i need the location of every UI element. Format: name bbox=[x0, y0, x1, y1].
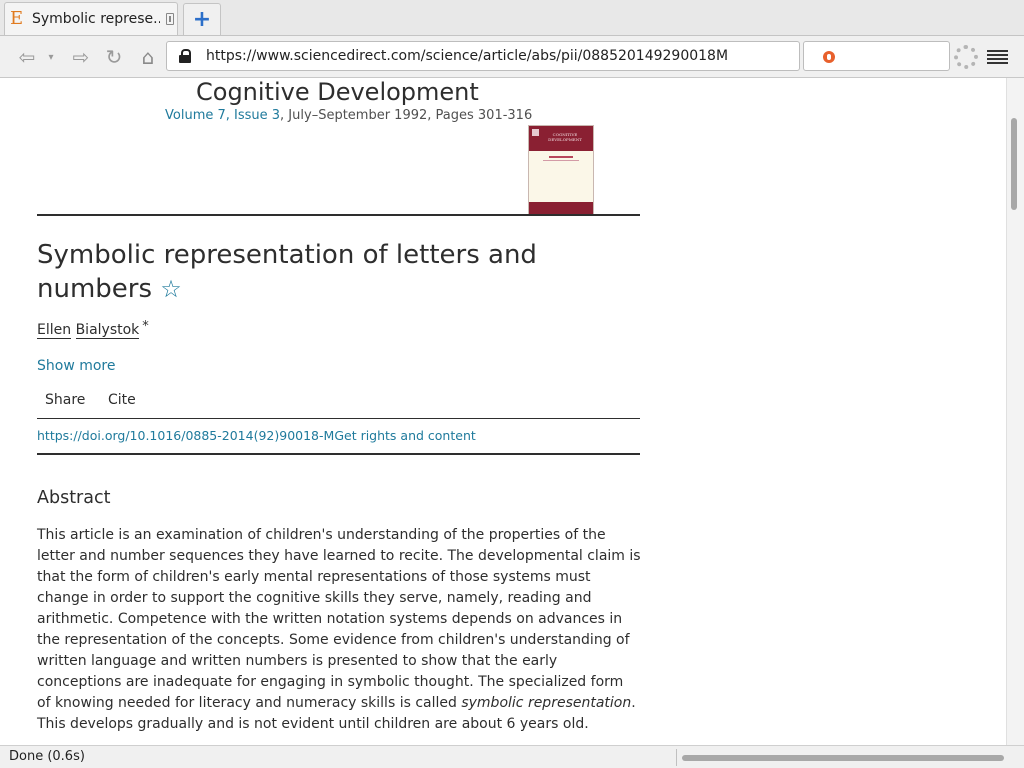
tab-close-icon[interactable] bbox=[166, 13, 174, 25]
issue-info: Volume 7, Issue 3, July–September 1992, … bbox=[165, 108, 532, 123]
page-content[interactable]: Cognitive Development Volume 7, Issue 3,… bbox=[0, 78, 1006, 745]
loading-spinner-icon bbox=[954, 45, 978, 69]
doi-row: https://doi.org/10.1016/0885-2014(92)900… bbox=[37, 428, 476, 443]
abstract-term: symbolic representation bbox=[461, 695, 632, 711]
history-dropdown-button[interactable]: ▾ bbox=[44, 44, 58, 70]
reload-icon: ↻ bbox=[105, 45, 123, 69]
back-arrow-icon: ⇦ bbox=[18, 45, 36, 69]
cover-header: COGNITIVE DEVELOPMENT bbox=[529, 126, 593, 151]
tab-title: Symbolic represe... bbox=[32, 11, 160, 27]
forward-button[interactable]: ⇨ bbox=[68, 44, 94, 70]
status-text: Done (0.6s) bbox=[9, 749, 85, 764]
duckduckgo-icon[interactable] bbox=[823, 51, 835, 63]
back-button[interactable]: ⇦ bbox=[14, 44, 40, 70]
cover-label: COGNITIVE DEVELOPMENT bbox=[548, 132, 582, 142]
abstract-body: This article is an examination of childr… bbox=[37, 525, 641, 735]
status-divider bbox=[676, 749, 677, 766]
elsevier-favicon-icon: E bbox=[10, 8, 24, 29]
doi-link[interactable]: https://doi.org/10.1016/0885-2014(92)900… bbox=[37, 428, 334, 443]
toolbar-divider bbox=[37, 418, 640, 419]
plus-icon: + bbox=[192, 6, 212, 32]
hamburger-line bbox=[987, 62, 1008, 64]
scrollbar-thumb[interactable] bbox=[1011, 118, 1017, 210]
hamburger-line bbox=[987, 54, 1008, 56]
star-icon[interactable]: ☆ bbox=[160, 275, 182, 303]
tab-bar: E Symbolic represe... + bbox=[0, 0, 1024, 36]
search-input[interactable] bbox=[803, 41, 950, 71]
forward-arrow-icon: ⇨ bbox=[72, 45, 90, 69]
author-first-name[interactable]: Ellen bbox=[37, 322, 72, 339]
publisher-logo-icon bbox=[532, 129, 539, 136]
cover-stripe bbox=[543, 160, 579, 161]
hamburger-line bbox=[987, 58, 1008, 60]
cover-footer bbox=[529, 202, 593, 214]
reload-button[interactable]: ↻ bbox=[101, 44, 127, 70]
journal-title[interactable]: Cognitive Development bbox=[196, 78, 479, 106]
address-bar[interactable]: https://www.sciencedirect.com/science/ar… bbox=[166, 41, 800, 71]
header-divider bbox=[37, 214, 640, 216]
issue-details: , July–September 1992, Pages 301-316 bbox=[280, 108, 533, 123]
vertical-scrollbar[interactable] bbox=[1006, 78, 1024, 745]
status-bar: Done (0.6s) bbox=[0, 745, 1024, 768]
article-title: Symbolic representation of letters and n… bbox=[37, 238, 637, 306]
share-button[interactable]: Share bbox=[45, 392, 85, 408]
rights-link[interactable]: Get rights and content bbox=[334, 428, 475, 443]
issue-link[interactable]: Volume 7, Issue 3 bbox=[165, 108, 280, 123]
corresponding-author-marker[interactable]: * bbox=[142, 319, 149, 334]
chevron-down-icon: ▾ bbox=[48, 51, 54, 63]
abstract-heading: Abstract bbox=[37, 488, 111, 508]
show-more-link[interactable]: Show more bbox=[37, 358, 116, 374]
browser-tab[interactable]: E Symbolic represe... bbox=[4, 2, 178, 35]
hamburger-line bbox=[987, 50, 1008, 52]
author-last-name[interactable]: Bialystok bbox=[75, 322, 140, 339]
home-button[interactable]: ⌂ bbox=[134, 44, 162, 70]
author-list: Ellen Bialystok * bbox=[37, 319, 149, 339]
horizontal-scrollbar[interactable] bbox=[682, 755, 1004, 761]
journal-cover-image[interactable]: COGNITIVE DEVELOPMENT bbox=[528, 125, 594, 215]
lock-icon[interactable] bbox=[178, 49, 192, 63]
doi-divider bbox=[37, 453, 640, 455]
new-tab-button[interactable]: + bbox=[183, 3, 221, 35]
navigation-bar: ⇦ ▾ ⇨ ↻ ⌂ https://www.sciencedirect.com/… bbox=[0, 36, 1024, 78]
article-title-text: Symbolic representation of letters and n… bbox=[37, 240, 537, 304]
cover-stripe bbox=[549, 156, 573, 158]
menu-button[interactable] bbox=[987, 50, 1008, 64]
cite-button[interactable]: Cite bbox=[108, 392, 136, 408]
home-icon: ⌂ bbox=[141, 45, 155, 69]
abstract-text: This article is an examination of childr… bbox=[37, 527, 641, 711]
url-text[interactable]: https://www.sciencedirect.com/science/ar… bbox=[206, 48, 728, 64]
